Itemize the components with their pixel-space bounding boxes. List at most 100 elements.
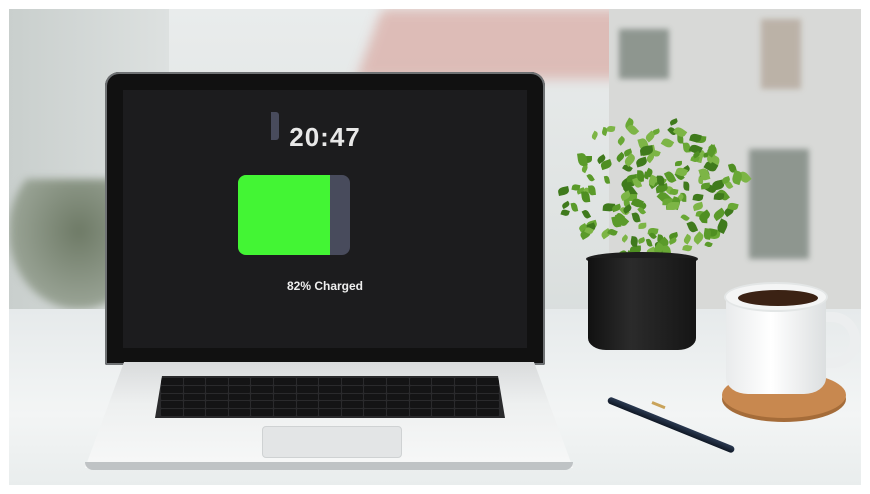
plant-leaf bbox=[691, 201, 703, 211]
keyboard-key bbox=[364, 385, 386, 393]
plant-leaf bbox=[675, 160, 683, 166]
keyboard-key bbox=[341, 378, 364, 385]
plant-leaf bbox=[686, 220, 699, 234]
keyboard-key bbox=[454, 378, 477, 385]
plant-leaf bbox=[713, 192, 724, 201]
plant-leaf bbox=[570, 201, 579, 212]
keyboard-key bbox=[454, 393, 477, 401]
plant-leaf bbox=[689, 132, 702, 143]
keyboard-key bbox=[228, 401, 251, 409]
charge-status-label: 82% Charged bbox=[286, 279, 364, 293]
keyboard-key bbox=[274, 401, 296, 409]
keyboard-key bbox=[341, 393, 364, 401]
keyboard-key bbox=[251, 409, 273, 416]
keyboard-key bbox=[183, 385, 206, 393]
keyboard-key bbox=[432, 409, 454, 416]
keyboard-key bbox=[296, 401, 319, 409]
keyboard-key bbox=[296, 393, 319, 401]
keyboard-key bbox=[228, 378, 251, 385]
keyboard-key bbox=[251, 378, 273, 385]
keyboard-key bbox=[183, 393, 206, 401]
plant-leaf bbox=[715, 218, 730, 234]
keyboard-key bbox=[274, 409, 296, 416]
keyboard-key bbox=[274, 385, 296, 393]
keyboard-key bbox=[183, 378, 206, 385]
keyboard-key bbox=[228, 385, 251, 393]
plant-leaf bbox=[581, 208, 591, 219]
plant-leaf bbox=[682, 234, 693, 245]
keyboard-key bbox=[454, 401, 477, 409]
plant-leaf bbox=[702, 227, 712, 240]
plant-leaf bbox=[704, 240, 714, 249]
plant-leaf bbox=[604, 175, 611, 185]
plant-leaf bbox=[590, 131, 599, 141]
plant-leaf bbox=[692, 193, 704, 203]
keyboard-key bbox=[228, 409, 251, 416]
keyboard-key bbox=[409, 385, 432, 393]
keyboard-key bbox=[409, 409, 432, 416]
plant-leaf bbox=[611, 215, 621, 229]
keyboard-key bbox=[296, 378, 319, 385]
keyboard-key bbox=[251, 393, 273, 401]
plant-leaf bbox=[625, 123, 640, 138]
keyboard-key bbox=[319, 409, 341, 416]
plant-leaf bbox=[657, 175, 665, 185]
keyboard-key bbox=[206, 378, 228, 385]
keyboard-key bbox=[206, 385, 228, 393]
keyboard-key bbox=[161, 393, 183, 401]
plant-leaf bbox=[636, 170, 645, 181]
background-window bbox=[619, 29, 669, 79]
keyboard-key bbox=[477, 385, 499, 393]
keyboard-key bbox=[206, 393, 228, 401]
plant-leaf bbox=[660, 136, 675, 149]
battery-icon bbox=[238, 175, 350, 255]
keyboard-key bbox=[364, 401, 386, 409]
background-window bbox=[761, 19, 801, 89]
plant-leaf bbox=[682, 243, 693, 252]
plant-leaf bbox=[637, 236, 647, 244]
keyboard-key bbox=[432, 401, 454, 409]
plant-foliage bbox=[548, 92, 778, 267]
keyboard-key bbox=[387, 393, 409, 401]
clock-time: 20:47 bbox=[289, 122, 361, 152]
keyboard-key bbox=[477, 393, 499, 401]
keyboard-key bbox=[183, 401, 206, 409]
keyboard-key bbox=[206, 401, 228, 409]
laptop-screen: 20:47 82% Charged bbox=[123, 90, 527, 348]
plant-leaf bbox=[669, 117, 679, 126]
plant-leaf bbox=[697, 176, 704, 186]
keyboard-key bbox=[454, 385, 477, 393]
keyboard-key bbox=[161, 378, 183, 385]
keyboard-key bbox=[274, 378, 296, 385]
plant-leaf bbox=[619, 234, 629, 243]
keyboard-key bbox=[341, 401, 364, 409]
keyboard-key bbox=[161, 401, 183, 409]
plant-leaf bbox=[679, 213, 690, 222]
keyboard-key bbox=[432, 393, 454, 401]
keyboard-key bbox=[319, 401, 341, 409]
keyboard-key bbox=[341, 385, 364, 393]
keyboard-key bbox=[432, 385, 454, 393]
plant-leaf bbox=[607, 125, 616, 133]
keyboard-key bbox=[251, 401, 273, 409]
plant-leaf bbox=[615, 136, 626, 147]
keyboard-key bbox=[319, 393, 341, 401]
battery-level-fill bbox=[238, 175, 330, 255]
keyboard-key bbox=[454, 409, 477, 416]
keyboard-key bbox=[161, 385, 183, 393]
laptop-base-edge bbox=[85, 462, 573, 470]
keyboard-key bbox=[432, 378, 454, 385]
plant-leaf bbox=[556, 185, 570, 196]
plant-leaf bbox=[586, 173, 596, 183]
keyboard-key bbox=[364, 409, 386, 416]
laptop-lid: 20:47 82% Charged bbox=[105, 72, 545, 365]
keyboard-key bbox=[409, 401, 432, 409]
keyboard-key bbox=[319, 385, 341, 393]
plant-leaf bbox=[588, 184, 597, 196]
keyboard-key bbox=[251, 385, 273, 393]
coffee-surface bbox=[738, 290, 818, 306]
battery-terminal bbox=[271, 112, 279, 140]
keyboard-key bbox=[364, 378, 386, 385]
plant-leaf bbox=[561, 200, 571, 210]
plant-leaf bbox=[645, 238, 653, 248]
